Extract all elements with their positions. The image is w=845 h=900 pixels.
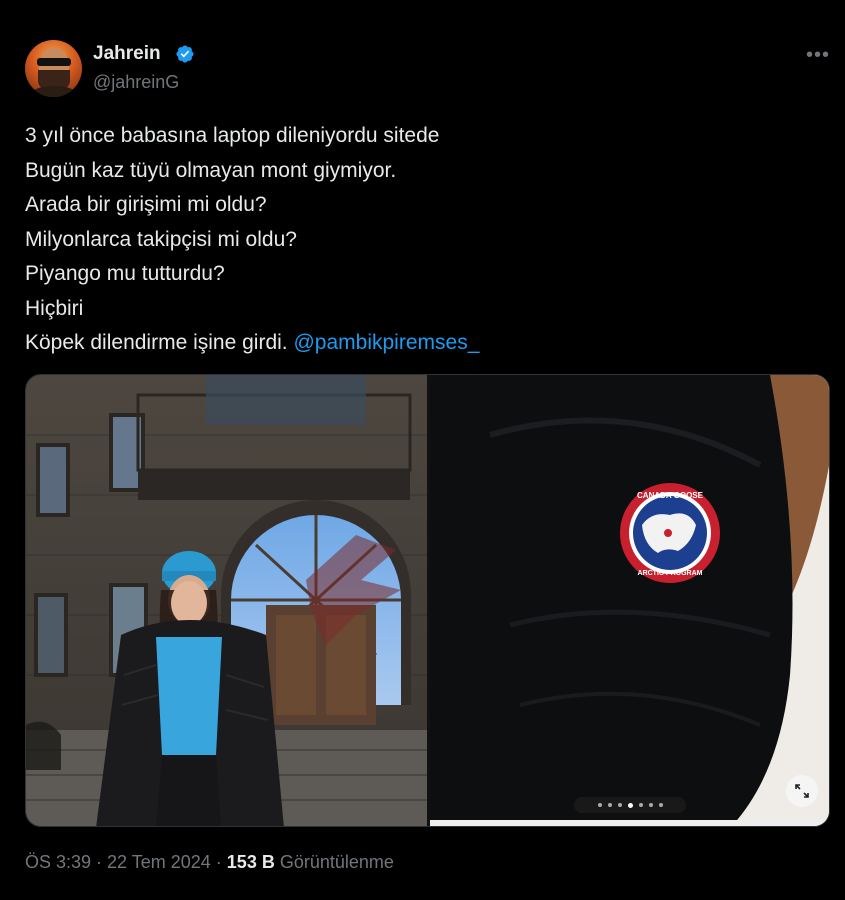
tweet-line: Bugün kaz tüyü olmayan mont giymiyor.: [25, 158, 397, 182]
carousel-dot[interactable]: [617, 803, 622, 807]
meta-separator: ·: [210, 852, 227, 872]
avatar[interactable]: [25, 40, 82, 97]
tweet-date[interactable]: 22 Tem 2024: [107, 852, 211, 872]
tweet-line: Piyango mu tutturdu?: [25, 262, 225, 285]
expand-icon[interactable]: [786, 775, 818, 807]
patch-top-text: CANADA GOOSE: [637, 491, 704, 500]
tweet-line: Milyonlarca takipçisi mi oldu?: [25, 227, 297, 251]
more-options-icon[interactable]: •••: [806, 44, 830, 67]
tweet-line-last: Köpek dilendirme işine girdi. @pambikpir…: [25, 326, 815, 361]
tweet-line-text: Köpek dilendirme işine girdi.: [25, 331, 288, 354]
tweet-line: Arada bir girişimi mi oldu?: [25, 193, 267, 216]
patch-bottom-text: ARCTIC PROGRAM: [638, 570, 703, 577]
tweet-time[interactable]: ÖS 3:39: [25, 852, 91, 872]
media-carousel[interactable]: CANADA GOOSE ARCTIC PROGRAM: [25, 374, 830, 827]
carousel-dot[interactable]: [648, 803, 653, 807]
tweet-meta: ÖS 3:39 · 22 Tem 2024 · 153 B Görüntülen…: [25, 852, 394, 873]
photo-jacket-patch[interactable]: CANADA GOOSE ARCTIC PROGRAM: [430, 375, 830, 827]
meta-separator: ·: [91, 852, 108, 872]
carousel-indicator[interactable]: [574, 797, 686, 813]
tweet-text: 3 yıl önce babasına laptop dileniyordu s…: [25, 119, 815, 361]
tweet: Jahrein @jahreinG ••• 3 yıl önce babasın…: [0, 0, 845, 900]
carousel-dot[interactable]: [627, 802, 633, 808]
carousel-dot[interactable]: [607, 803, 612, 807]
views-label: Görüntülenme: [274, 852, 394, 872]
photo-woman-building[interactable]: [26, 375, 427, 827]
carousel-dot[interactable]: [638, 803, 643, 807]
tweet-line: 3 yıl önce babasına laptop dileniyordu s…: [25, 124, 440, 147]
author-name[interactable]: Jahrein: [93, 43, 161, 65]
carousel-dot[interactable]: [597, 803, 602, 807]
author-handle[interactable]: @jahreinG: [93, 72, 179, 93]
carousel-dot[interactable]: [658, 803, 663, 807]
tweet-line: Hiçbiri: [25, 296, 84, 320]
verified-badge-icon: [176, 45, 194, 63]
mention-link[interactable]: @pambikpiremses_: [293, 331, 479, 354]
views-count: 153 B: [226, 852, 275, 872]
